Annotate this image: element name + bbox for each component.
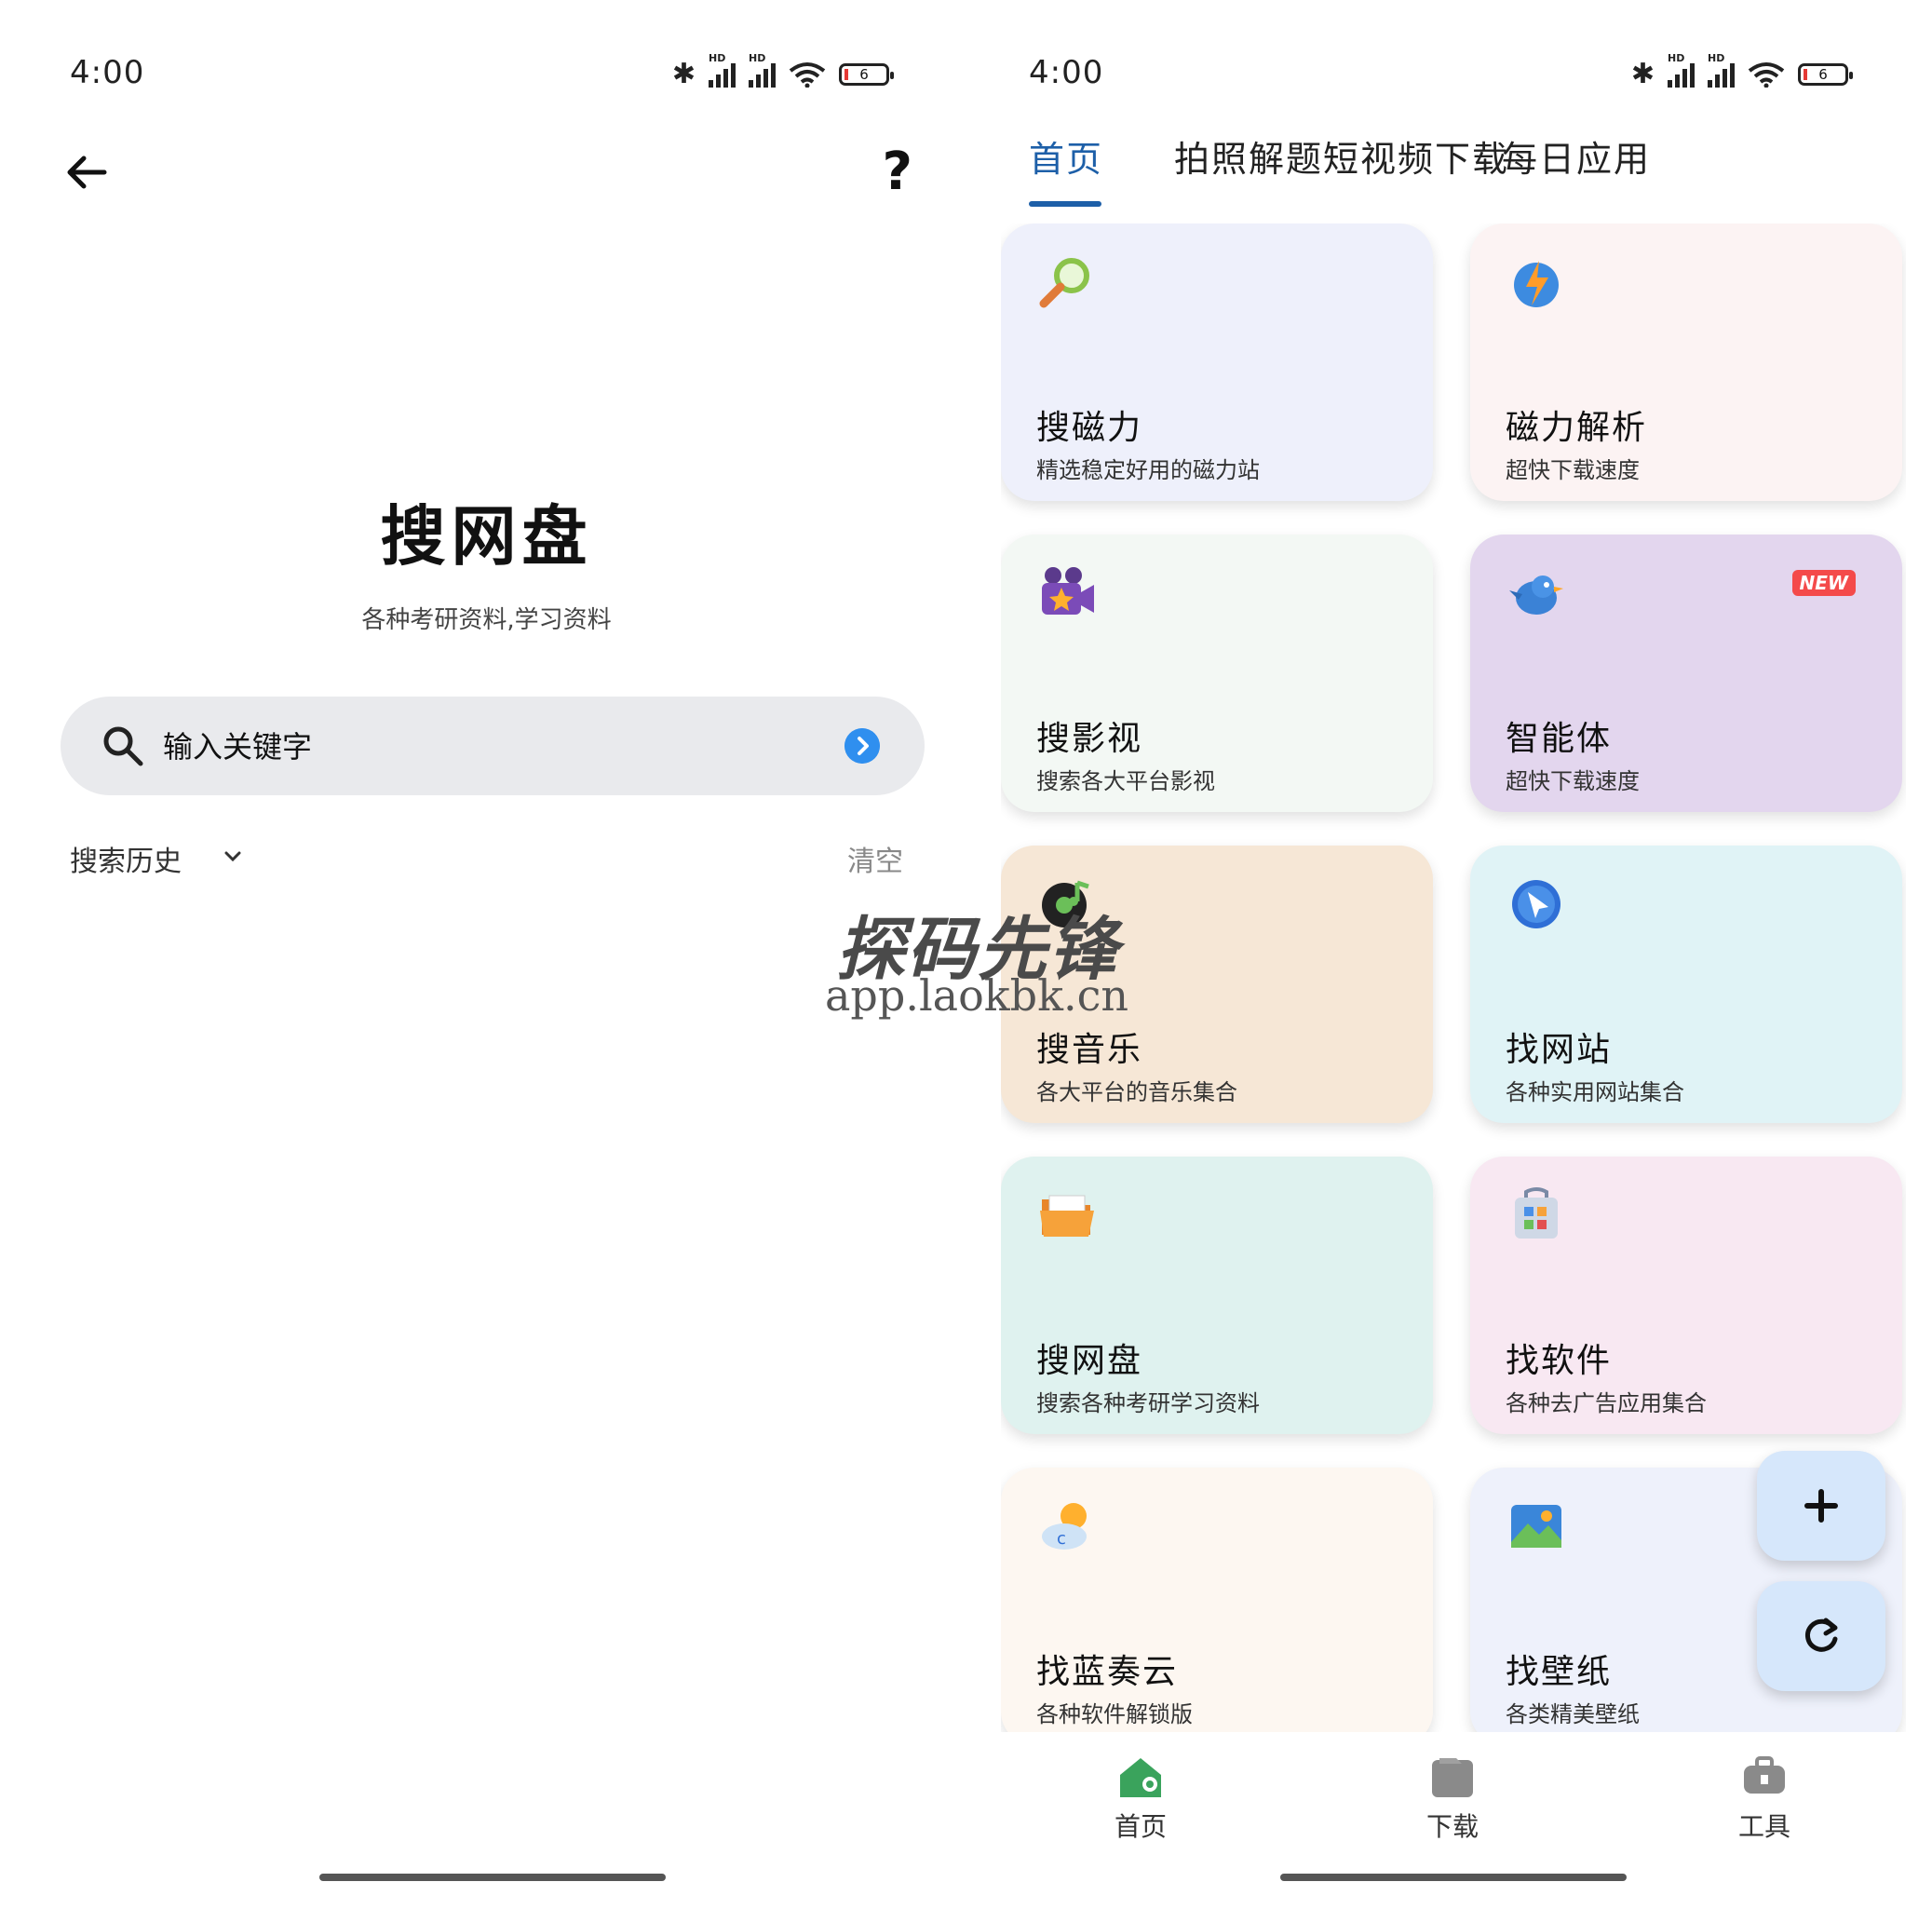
card-desc: 各种去广告应用集合: [1506, 1390, 1707, 1416]
signal-icon: HD: [749, 52, 776, 88]
bottom-nav: 首页 下载 工具: [959, 1732, 1932, 1872]
search-icon: [103, 726, 143, 766]
status-time: 4:00: [70, 54, 145, 91]
help-icon[interactable]: ?: [883, 144, 912, 200]
status-time: 4:00: [1029, 54, 1104, 91]
tab-home[interactable]: 首页: [1029, 130, 1103, 182]
toolbox-icon: [1744, 1756, 1785, 1794]
card-title: 找蓝奏云: [1036, 1653, 1179, 1691]
tab-indicator: [1029, 201, 1101, 207]
card-desc: 精选稳定好用的磁力站: [1036, 457, 1260, 483]
back-arrow-icon[interactable]: [63, 149, 110, 196]
magnifier-icon: [1039, 258, 1089, 308]
card-desc: 超快下载速度: [1506, 457, 1640, 483]
card-search-magnet[interactable]: 搜磁力 精选稳定好用的磁力站: [1001, 223, 1433, 501]
page-title: 搜网盘: [380, 498, 593, 575]
search-netdisk-screen: 4:00 ✱ HD HD 6 ? 搜网盘 各种考研资料,学习资料 搜索历史 清空: [0, 0, 973, 1909]
search-history-toggle[interactable]: 搜索历史: [70, 838, 182, 879]
status-icons: ✱ HD HD 6: [671, 52, 894, 90]
clear-history-button[interactable]: 清空: [847, 838, 903, 879]
music-disc-icon: [1042, 880, 1089, 927]
card-search-video[interactable]: 搜影视 搜索各大平台影视: [1001, 535, 1433, 812]
nav-home[interactable]: 首页: [1066, 1754, 1215, 1844]
add-fab-button[interactable]: [1757, 1451, 1885, 1561]
card-desc: 各种软件解锁版: [1036, 1701, 1193, 1727]
home-screen: 4:00 ✱ HD HD 6 首页 拍照解题 短视频下载 每日应用 搜磁力 精选…: [959, 0, 1932, 1909]
plus-icon: [1804, 1489, 1838, 1523]
card-title: 搜网盘: [1036, 1342, 1143, 1380]
search-history-row: 搜索历史 清空: [70, 838, 903, 879]
card-title: 找网站: [1506, 1031, 1613, 1069]
new-badge: NEW: [1791, 570, 1856, 596]
picture-icon: [1511, 1505, 1561, 1548]
bird-icon: [1509, 575, 1563, 615]
signal-icon: HD: [1668, 52, 1695, 88]
card-desc: 搜索各大平台影视: [1036, 768, 1215, 794]
status-icons: ✱ HD HD 6: [1630, 52, 1853, 90]
card-title: 找软件: [1506, 1342, 1613, 1380]
card-title: 智能体: [1506, 720, 1613, 758]
folder-icon: [1040, 1195, 1094, 1237]
home-icon: [1120, 1758, 1161, 1797]
signal-icon: HD: [709, 52, 736, 88]
lightning-chat-icon: [1514, 261, 1559, 307]
card-desc: 超快下载速度: [1506, 768, 1640, 794]
movie-camera-icon: [1042, 567, 1094, 615]
bluetooth-icon: ✱: [671, 58, 696, 90]
card-desc: 各大平台的音乐集合: [1036, 1079, 1237, 1105]
card-desc: 各种实用网站集合: [1506, 1079, 1684, 1105]
nav-tools[interactable]: 工具: [1690, 1754, 1839, 1844]
chevron-down-icon[interactable]: [219, 842, 247, 870]
tab-photo-solve[interactable]: 拍照解题: [1174, 130, 1323, 182]
page-subtitle: 各种考研资料,学习资料: [361, 606, 612, 634]
card-title: 磁力解析: [1506, 409, 1648, 447]
bluetooth-icon: ✱: [1630, 58, 1655, 90]
battery-icon: 6: [839, 63, 894, 86]
status-bar: 4:00 ✱ HD HD 6: [0, 52, 973, 101]
svg-text:c: c: [1057, 1529, 1066, 1549]
card-title: 搜影视: [1036, 720, 1143, 758]
wifi-icon: [789, 62, 826, 88]
search-submit-icon[interactable]: [844, 728, 880, 764]
card-title: 找壁纸: [1506, 1653, 1613, 1691]
download-folder-icon: [1432, 1758, 1473, 1797]
home-indicator[interactable]: [1280, 1874, 1627, 1881]
card-desc: 各类精美壁纸: [1506, 1701, 1640, 1727]
refresh-icon: [1804, 1618, 1838, 1652]
compass-icon: [1512, 880, 1560, 928]
card-find-lanzou[interactable]: c 找蓝奏云 各种软件解锁版: [1001, 1468, 1433, 1732]
card-find-website[interactable]: 找网站 各种实用网站集合: [1470, 846, 1902, 1123]
card-search-music[interactable]: 搜音乐 各大平台的音乐集合: [1001, 846, 1433, 1123]
battery-icon: 6: [1798, 63, 1853, 86]
tab-short-video-download[interactable]: 短视频下载: [1323, 130, 1509, 182]
wifi-icon: [1748, 62, 1785, 88]
card-desc: 搜索各种考研学习资料: [1036, 1390, 1260, 1416]
nav-download[interactable]: 下载: [1378, 1754, 1527, 1844]
tab-daily-apps[interactable]: 每日应用: [1502, 130, 1651, 182]
search-input[interactable]: [161, 721, 779, 773]
card-title: 搜音乐: [1036, 1031, 1143, 1069]
home-indicator[interactable]: [319, 1874, 666, 1881]
refresh-fab-button[interactable]: [1757, 1581, 1885, 1691]
signal-icon: HD: [1708, 52, 1735, 88]
card-magnet-parse[interactable]: 磁力解析 超快下载速度: [1470, 223, 1902, 501]
app-store-icon: [1515, 1187, 1558, 1239]
status-bar: 4:00 ✱ HD HD 6: [959, 52, 1932, 101]
card-find-software[interactable]: 找软件 各种去广告应用集合: [1470, 1157, 1902, 1434]
top-tabs: 首页 拍照解题 短视频下载 每日应用: [1029, 130, 1932, 214]
card-search-netdisk[interactable]: 搜网盘 搜索各种考研学习资料: [1001, 1157, 1433, 1434]
card-agent[interactable]: NEW 智能体 超快下载速度: [1470, 535, 1902, 812]
weather-cloud-icon: c: [1042, 1503, 1087, 1550]
search-bar: [61, 697, 925, 795]
card-title: 搜磁力: [1036, 409, 1143, 447]
